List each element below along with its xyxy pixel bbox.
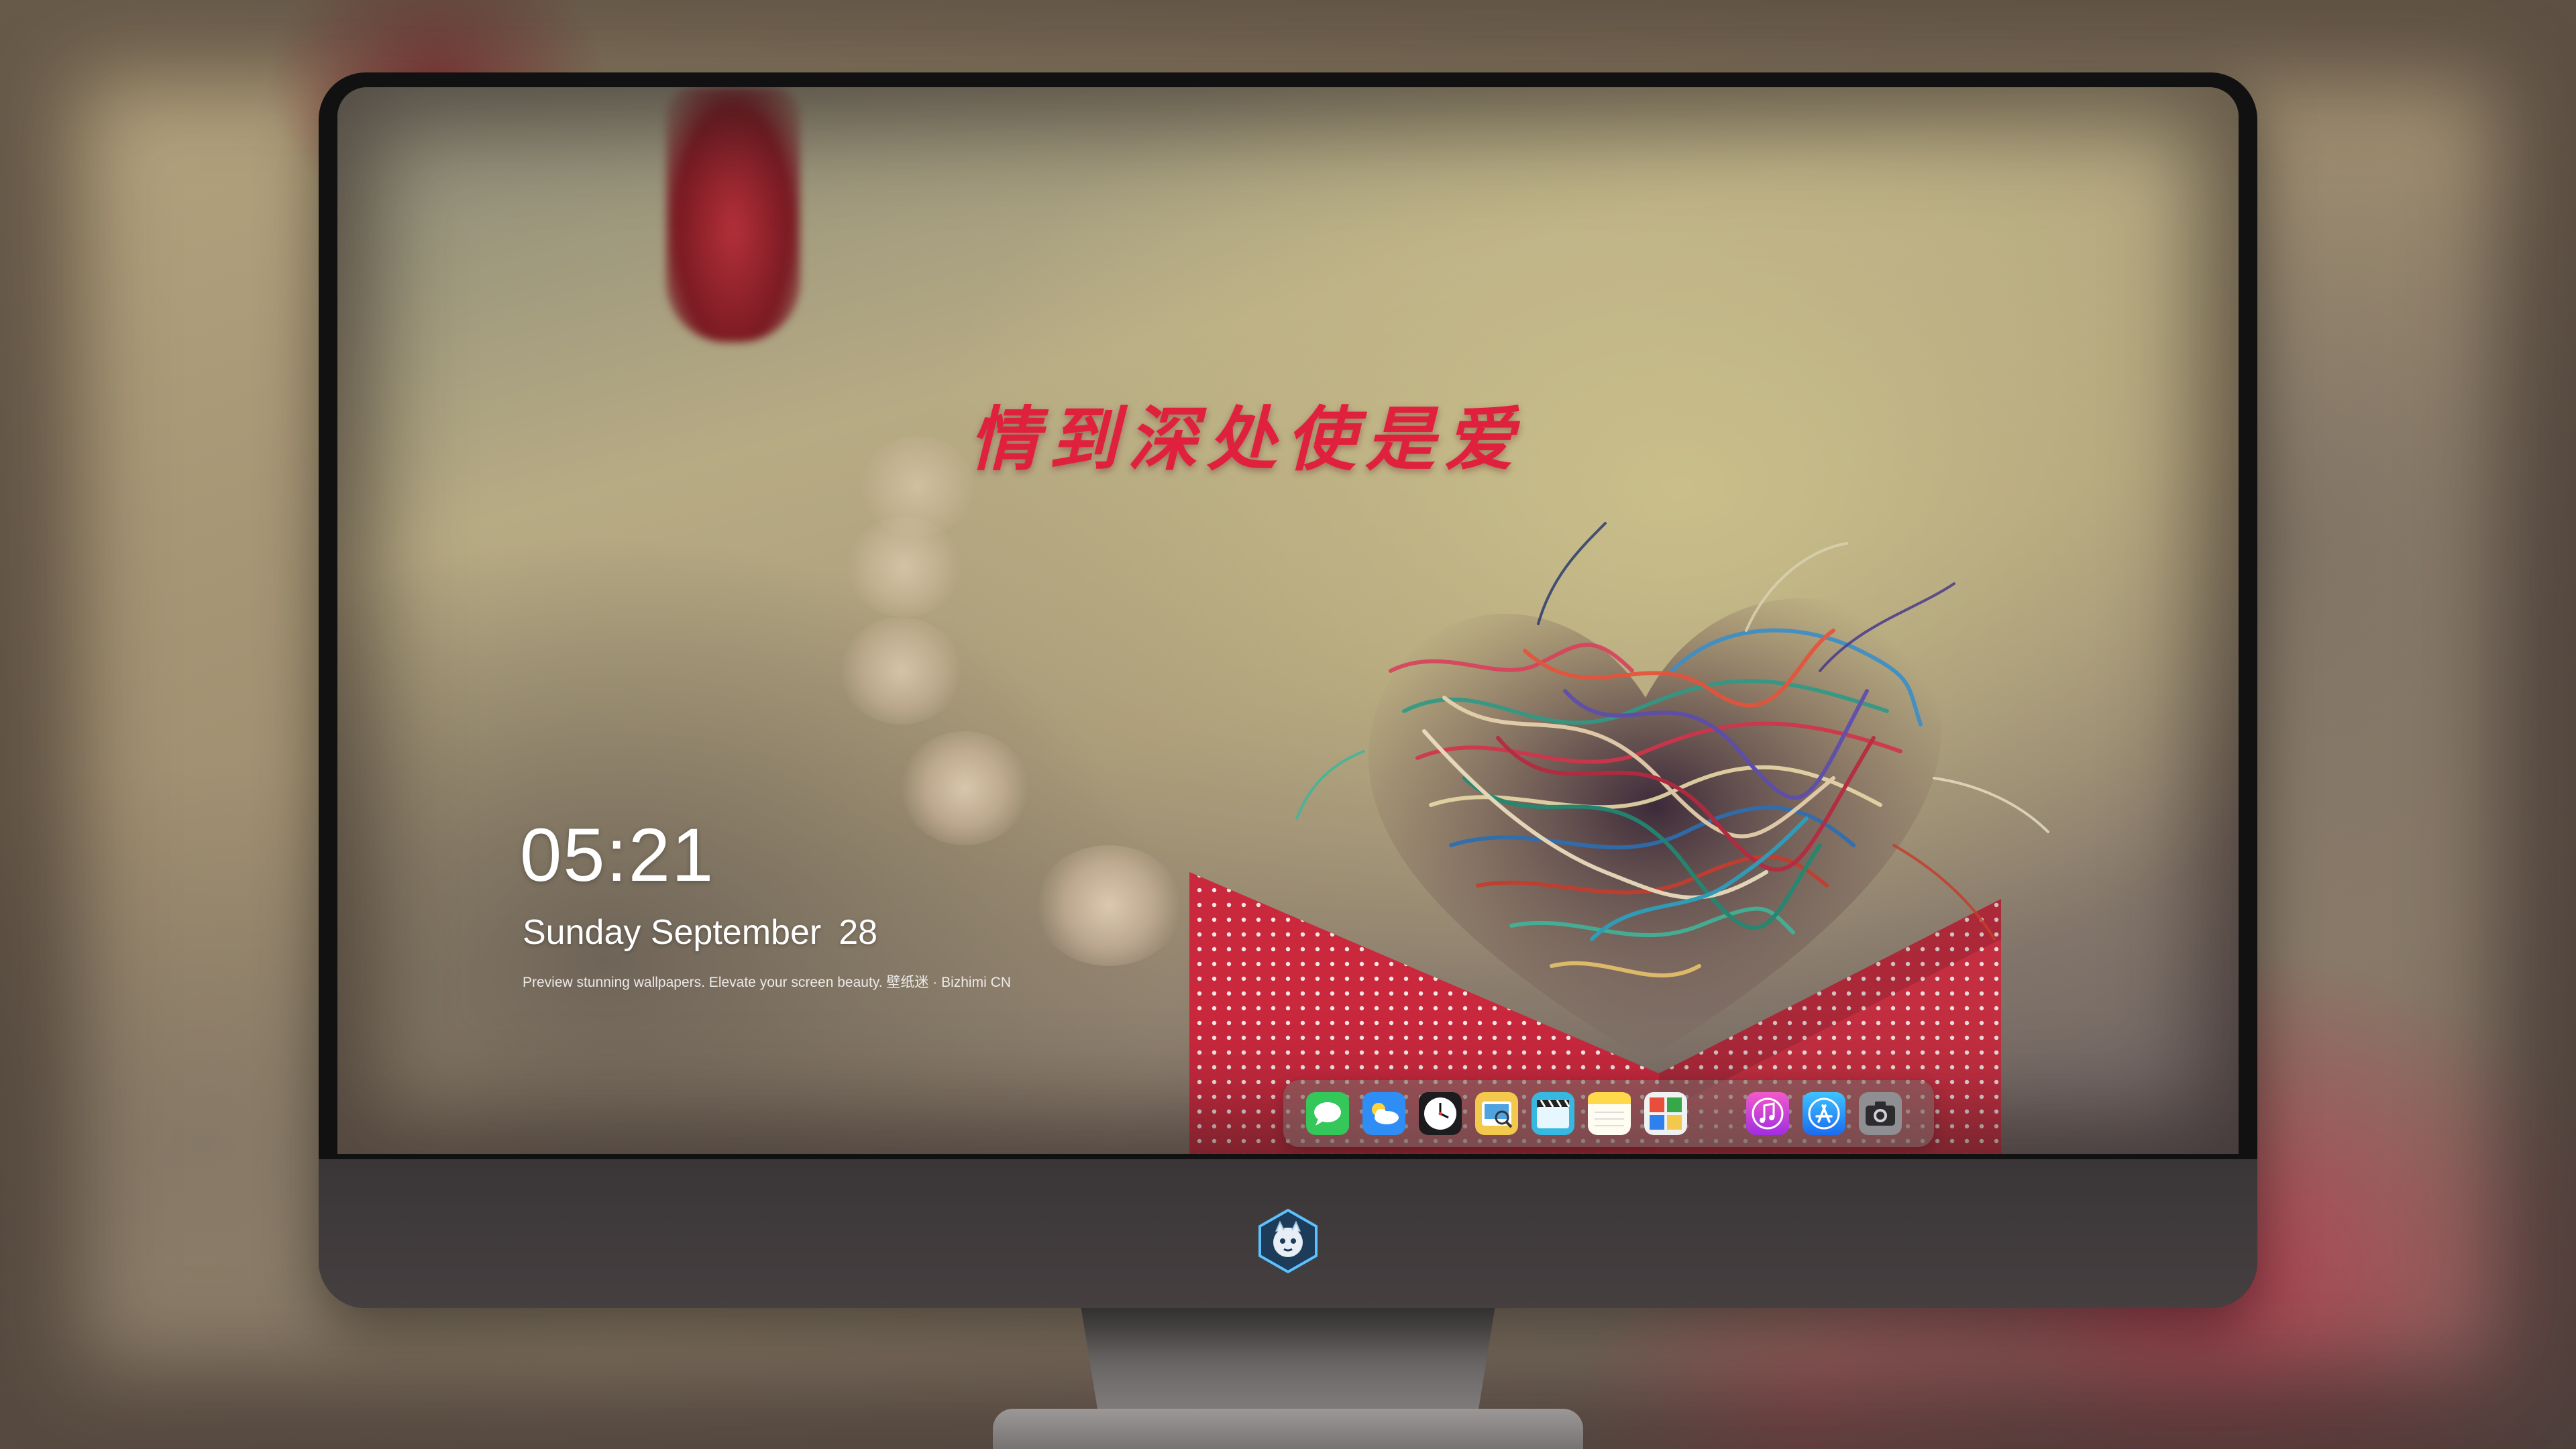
monitor: 情到深处使是爱 05:21 Sunday September 28 Preview…	[319, 72, 2257, 1308]
bokeh-light	[841, 617, 961, 724]
music-icon[interactable]	[1746, 1092, 1789, 1135]
preview-icon[interactable]	[1475, 1092, 1518, 1135]
bokeh-light	[847, 517, 961, 617]
blurred-red-object	[666, 87, 800, 342]
monitor-stand-base	[993, 1409, 1583, 1449]
wallpaper-tagline: Preview stunning wallpapers. Elevate you…	[523, 975, 1011, 990]
dock	[1283, 1080, 1934, 1147]
mascot-logo-icon	[1258, 1208, 1318, 1274]
lock-screen-date: Sunday September 28	[523, 912, 877, 953]
messages-icon[interactable]	[1306, 1092, 1349, 1135]
date-month: September	[650, 913, 822, 952]
heart-gift-box-image	[1189, 522, 2049, 1154]
clips-icon[interactable]	[1532, 1092, 1574, 1135]
weather-icon[interactable]	[1362, 1092, 1405, 1135]
camera-icon[interactable]	[1859, 1092, 1902, 1135]
date-weekday: Sunday	[523, 913, 641, 952]
bokeh-light	[1035, 845, 1183, 966]
bokeh-light	[901, 731, 1028, 845]
clock-icon[interactable]	[1419, 1092, 1462, 1135]
desktop-screen: 情到深处使是爱 05:21 Sunday September 28 Preview…	[337, 87, 2239, 1154]
wallpaper-headline: 情到深处使是爱	[969, 398, 1523, 480]
photo-booth-icon[interactable]	[1644, 1092, 1687, 1135]
lock-screen-time: 05:21	[520, 813, 715, 897]
app-store-icon[interactable]	[1803, 1092, 1845, 1135]
notes-icon[interactable]	[1588, 1092, 1631, 1135]
date-day: 28	[839, 913, 878, 952]
